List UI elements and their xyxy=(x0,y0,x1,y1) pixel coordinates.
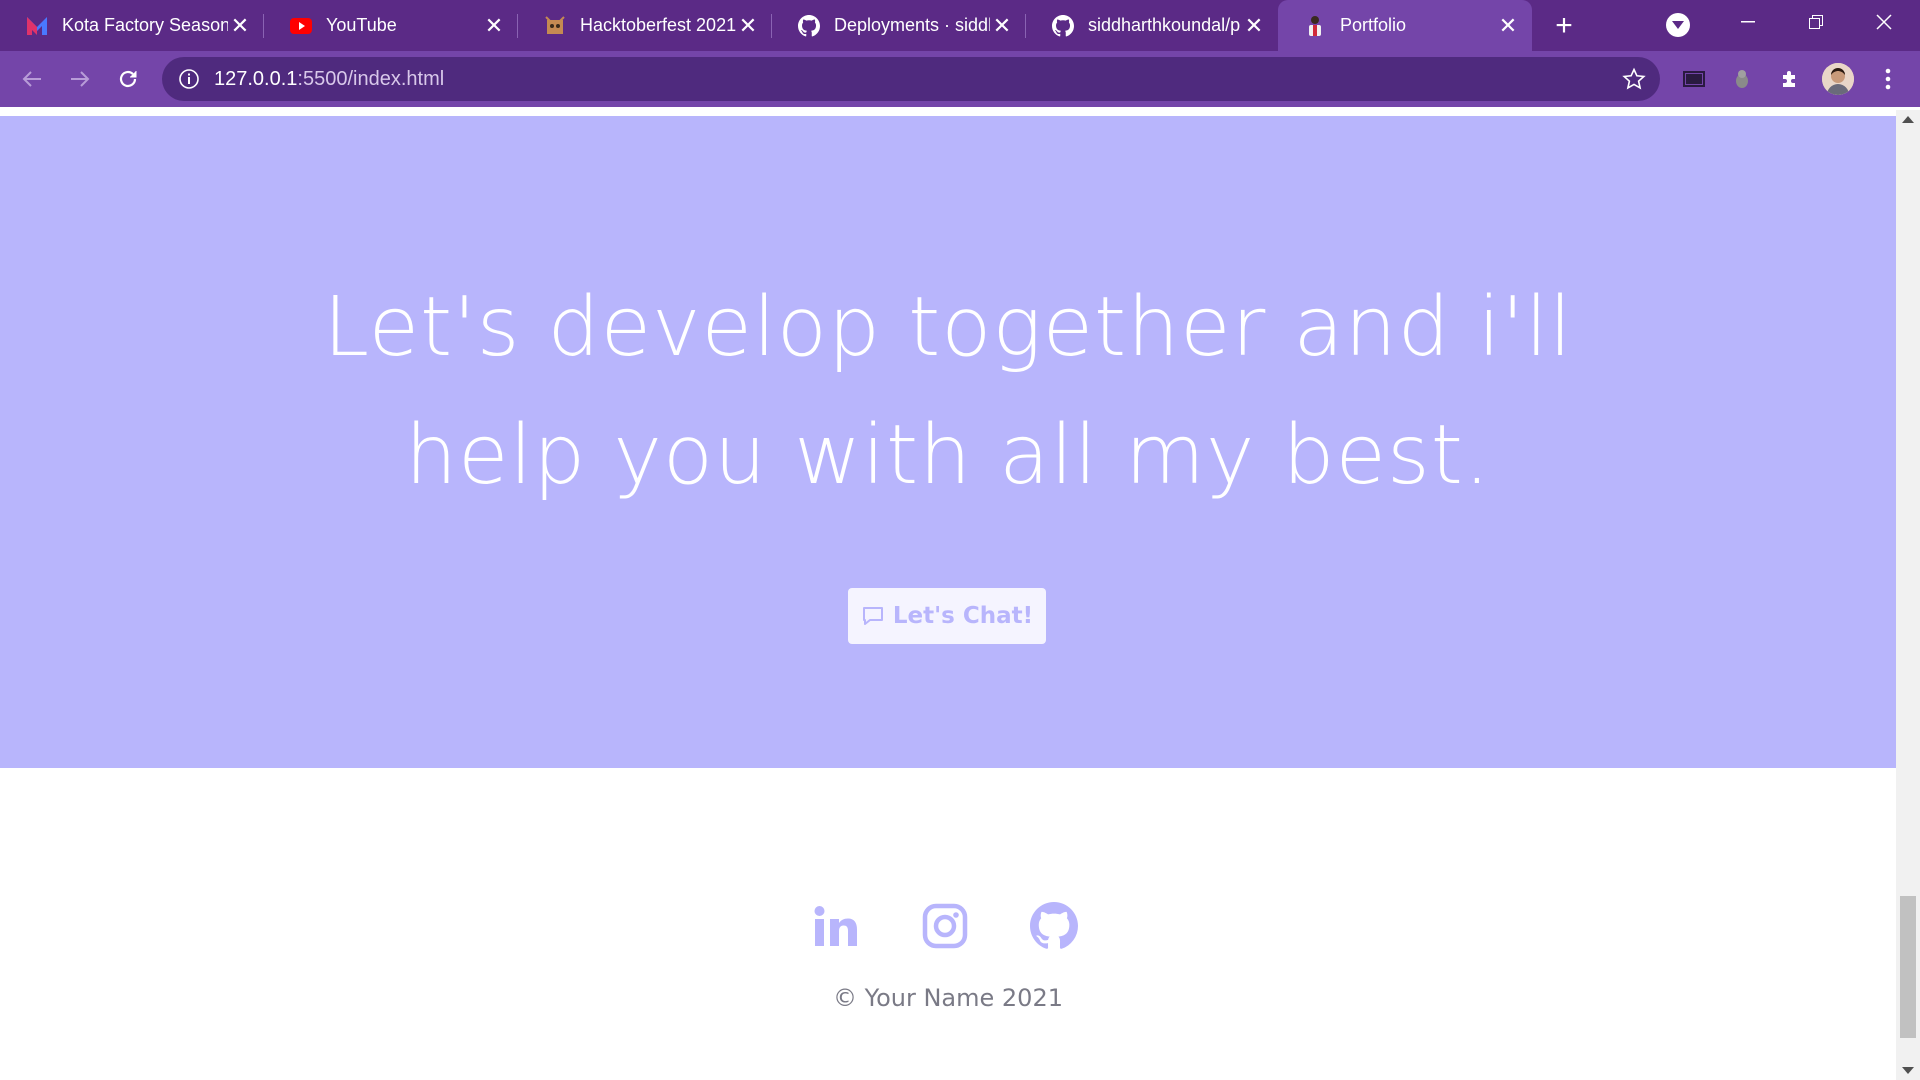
close-icon[interactable]: ✕ xyxy=(482,13,506,38)
m-logo-icon xyxy=(26,15,48,37)
tab-title: Portfolio xyxy=(1340,15,1407,35)
extension-button[interactable] xyxy=(1728,65,1756,93)
lets-chat-label: Let's Chat! xyxy=(892,603,1034,629)
tab-hacktoberfest[interactable]: Hacktoberfest 2021 ✕ xyxy=(518,0,772,51)
star-icon[interactable] xyxy=(1622,67,1646,91)
close-icon[interactable]: ✕ xyxy=(990,13,1014,38)
youtube-icon xyxy=(290,15,312,37)
url-host: 127.0.0.1 xyxy=(214,68,298,90)
url-path: :5500/index.html xyxy=(297,68,445,90)
reload-icon xyxy=(119,70,137,88)
profile-avatar-icon xyxy=(1822,63,1854,95)
linkedin-link[interactable] xyxy=(812,902,860,950)
cast-icon xyxy=(1683,71,1705,87)
forward-button[interactable] xyxy=(62,61,98,97)
chevron-down-icon xyxy=(1672,21,1684,29)
browser-toolbar: 127.0.0.1:5500/index.html xyxy=(0,51,1920,107)
cast-button[interactable] xyxy=(1680,65,1708,93)
cta-headline: Let's develop together and i'll help you… xyxy=(0,264,1896,520)
instagram-icon xyxy=(922,903,968,949)
github-icon xyxy=(1030,902,1078,949)
close-icon[interactable]: ✕ xyxy=(736,13,760,38)
tab-strip: Kota Factory Season ✕ YouTube ✕ Hacktobe… xyxy=(0,0,1920,51)
chat-bubble-icon xyxy=(862,607,883,625)
menu-button[interactable] xyxy=(1874,65,1902,93)
close-icon[interactable]: ✕ xyxy=(1496,13,1520,38)
reload-button[interactable] xyxy=(110,61,146,97)
url-text: 127.0.0.1:5500/index.html xyxy=(214,57,444,101)
tab-title: YouTube xyxy=(326,15,397,35)
hacktoberfest-icon xyxy=(544,15,566,37)
tab-portfolio[interactable]: Portfolio ✕ xyxy=(1278,0,1532,51)
tab-kota-factory[interactable]: Kota Factory Season ✕ xyxy=(0,0,264,51)
avatar[interactable] xyxy=(1822,63,1854,95)
kebab-menu-icon xyxy=(1885,68,1891,90)
copyright-text: © Your Name 2021 xyxy=(832,984,1063,1012)
arrow-left-icon xyxy=(22,71,41,87)
scroll-down-arrow[interactable] xyxy=(1902,1067,1914,1074)
tab-deployments[interactable]: Deployments · siddl ✕ xyxy=(772,0,1026,51)
scrollbar-thumb[interactable] xyxy=(1900,896,1916,1038)
portfolio-icon xyxy=(1304,15,1326,37)
tab-title: siddharthkoundal/p xyxy=(1088,15,1241,35)
tab-title: Kota Factory Season xyxy=(62,15,228,35)
new-tab-button[interactable]: + xyxy=(1548,9,1580,42)
extension-icon xyxy=(1736,70,1748,88)
tab-search-button[interactable] xyxy=(1666,13,1690,37)
restore-icon xyxy=(1809,15,1823,29)
close-window-button[interactable] xyxy=(1850,0,1918,44)
cta-section: Let's develop together and i'll help you… xyxy=(0,116,1896,768)
scroll-up-arrow[interactable] xyxy=(1902,116,1914,123)
github-icon xyxy=(798,14,820,37)
address-bar[interactable]: 127.0.0.1:5500/index.html xyxy=(162,57,1660,101)
close-icon xyxy=(1876,14,1892,30)
lets-chat-button[interactable]: Let's Chat! xyxy=(848,588,1046,644)
linkedin-icon xyxy=(814,906,857,946)
cta-headline-line-2: help you with all my best. xyxy=(405,408,1491,503)
puzzle-icon xyxy=(1783,71,1795,87)
instagram-link[interactable] xyxy=(921,902,969,950)
tab-title: Hacktoberfest 2021 xyxy=(580,15,736,35)
tab-youtube[interactable]: YouTube ✕ xyxy=(264,0,518,51)
minimize-icon xyxy=(1741,21,1755,23)
arrow-right-icon xyxy=(71,71,90,87)
restore-button[interactable] xyxy=(1782,0,1850,44)
vertical-scrollbar[interactable] xyxy=(1896,110,1920,1080)
tab-siddharthkoundal[interactable]: siddharthkoundal/p ✕ xyxy=(1026,0,1278,51)
tab-title: Deployments · siddl xyxy=(834,15,990,35)
close-icon[interactable]: ✕ xyxy=(1242,13,1266,38)
github-link[interactable] xyxy=(1030,902,1078,950)
page-viewport: Let's develop together and i'll help you… xyxy=(0,110,1896,1080)
close-icon[interactable]: ✕ xyxy=(228,13,252,38)
back-button[interactable] xyxy=(14,61,50,97)
info-icon[interactable] xyxy=(178,68,200,90)
github-icon xyxy=(1052,14,1074,37)
cta-headline-line-1: Let's develop together and i'll xyxy=(323,280,1573,375)
extensions-button[interactable] xyxy=(1776,65,1804,93)
minimize-button[interactable] xyxy=(1714,0,1782,44)
